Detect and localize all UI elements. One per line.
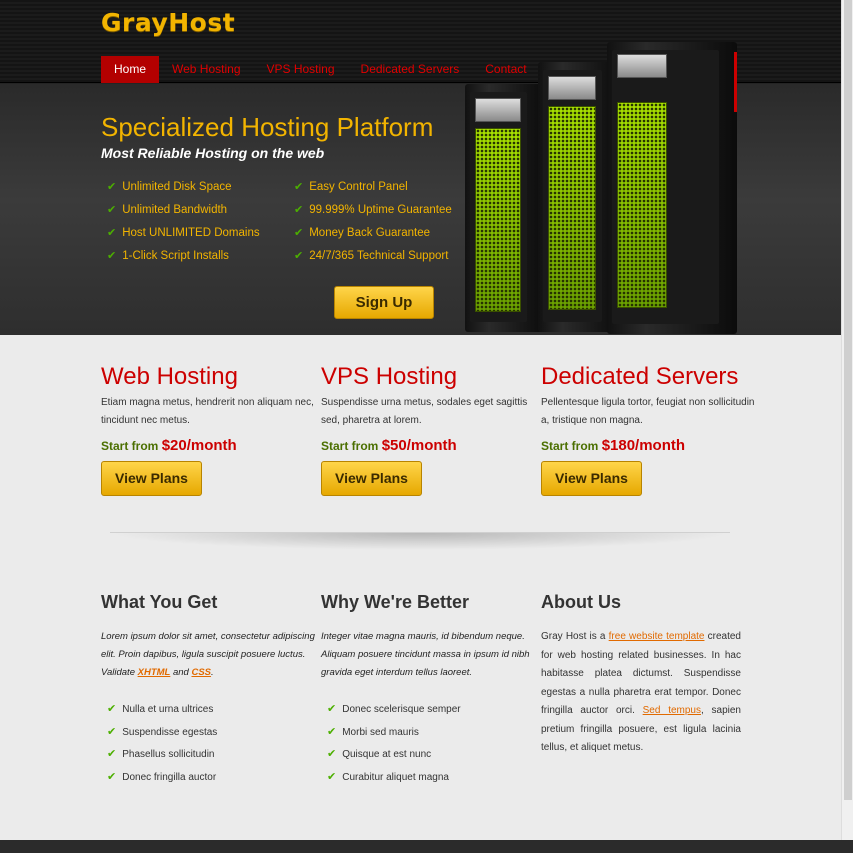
nav-home[interactable]: Home (101, 56, 160, 83)
list-item: ✔ Donec fringilla auctor (107, 770, 217, 783)
check-icon: ✔ (327, 703, 337, 715)
feature-item: ✔ Host UNLIMITED Domains (107, 227, 260, 239)
list-item: ✔ Suspendisse egestas (107, 725, 218, 738)
plan-price: Start from $20/month (101, 437, 237, 454)
section-title: Why We're Better (321, 592, 469, 612)
sed-tempus-link[interactable]: Sed tempus (643, 705, 701, 716)
check-icon: ✔ (294, 181, 304, 193)
feature-item: ✔ 99.999% Uptime Guarantee (294, 204, 452, 216)
view-plans-button[interactable]: View Plans (541, 461, 642, 496)
list-item: ✔ Donec scelerisque semper (327, 703, 461, 715)
check-icon: ✔ (327, 725, 337, 738)
plan-description: Pellentesque ligula tortor, feugiat non … (541, 397, 755, 426)
feature-item: ✔ Easy Control Panel (294, 181, 408, 193)
scrollbar[interactable] (841, 0, 853, 840)
feature-item: ✔ 1-Click Script Installs (107, 250, 229, 262)
check-icon: ✔ (107, 703, 117, 715)
free-template-link[interactable]: free website template (609, 631, 705, 642)
check-icon: ✔ (107, 748, 117, 760)
section-intro: Integer vitae magna mauris, id bibendum … (321, 631, 530, 678)
nav-web-hosting[interactable]: Web Hosting (159, 56, 253, 83)
check-icon: ✔ (107, 250, 117, 262)
section-title: What You Get (101, 592, 218, 612)
hero-title: Specialized Hosting Platform (101, 112, 434, 142)
check-icon: ✔ (107, 770, 117, 783)
plan-title: Web Hosting (101, 363, 238, 390)
section-divider (110, 532, 730, 550)
what-you-get: What You Get Lorem ipsum dolor sit amet,… (101, 590, 321, 788)
check-icon: ✔ (107, 204, 117, 216)
hero-subtitle: Most Reliable Hosting on the web (101, 145, 325, 161)
plan-description: Etiam magna metus, hendrerit non aliquam… (101, 397, 314, 426)
scrollbar-thumb[interactable] (844, 0, 852, 800)
feature-item: ✔ Money Back Guarantee (294, 227, 431, 239)
plan-price: Start from $180/month (541, 437, 686, 454)
check-icon: ✔ (294, 250, 304, 262)
feature-item: ✔ 24/7/365 Technical Support (294, 250, 449, 262)
feature-item: ✔ Unlimited Disk Space (107, 181, 232, 193)
plan-description: Suspendisse urna metus, sodales eget sag… (321, 397, 528, 426)
view-plans-button[interactable]: View Plans (101, 461, 202, 496)
plans-section: Web Hosting Etiam magna metus, hendrerit… (101, 362, 761, 496)
xhtml-link[interactable]: XHTML (138, 667, 171, 678)
plan-title: VPS Hosting (321, 363, 458, 390)
list-item: ✔ Quisque at est nunc (327, 748, 432, 760)
list-item: ✔ Nulla et urna ultrices (107, 703, 214, 715)
feature-item: ✔ Unlimited Bandwidth (107, 204, 228, 216)
plan-price: Start from $50/month (321, 437, 457, 454)
css-link[interactable]: CSS (191, 667, 211, 678)
benefit-list: ✔ Nulla et urna ultrices ✔ Suspendisse ege… (101, 698, 321, 788)
section-title: About Us (541, 592, 621, 612)
info-columns: What You Get Lorem ipsum dolor sit amet,… (101, 590, 741, 788)
about-text: Gray Host is a free website template cre… (541, 631, 741, 753)
list-item: ✔ Phasellus sollicitudin (107, 748, 215, 760)
feature-list: ✔ Unlimited Disk Space ✔ Easy Control Pane… (107, 180, 452, 264)
plan-title: Dedicated Servers (541, 363, 739, 390)
sign-up-button[interactable]: Sign Up (334, 286, 434, 319)
list-item: ✔ Curabitur aliquet magna (327, 770, 449, 783)
check-icon: ✔ (327, 748, 337, 760)
about-us: About Us Gray Host is a free website tem… (541, 590, 741, 788)
benefit-list: ✔ Donec scelerisque semper ✔ Morbi sed mau… (321, 698, 541, 788)
check-icon: ✔ (107, 725, 117, 738)
check-icon: ✔ (107, 181, 117, 193)
check-icon: ✔ (294, 204, 304, 216)
header: GrayHost Home Web Hosting VPS Hosting De… (0, 0, 853, 335)
plan-dedicated-servers: Dedicated Servers Pellentesque ligula to… (541, 362, 761, 496)
why-were-better: Why We're Better Integer vitae magna mau… (321, 590, 541, 788)
nav-vps-hosting[interactable]: VPS Hosting (254, 56, 348, 83)
server-tower-icon (607, 42, 737, 334)
view-plans-button[interactable]: View Plans (321, 461, 422, 496)
check-icon: ✔ (107, 227, 117, 239)
list-item: ✔ Morbi sed mauris (327, 725, 419, 738)
nav-dedicated-servers[interactable]: Dedicated Servers (348, 56, 473, 83)
check-icon: ✔ (294, 227, 304, 239)
check-icon: ✔ (327, 770, 337, 783)
plan-web-hosting: Web Hosting Etiam magna metus, hendrerit… (101, 362, 321, 496)
logo[interactable]: GrayHost (101, 8, 235, 37)
plan-vps-hosting: VPS Hosting Suspendisse urna metus, soda… (321, 362, 541, 496)
footer (0, 840, 853, 853)
server-tower-icon (465, 84, 545, 332)
section-intro: Lorem ipsum dolor sit amet, consectetur … (101, 631, 315, 678)
servers-illustration (465, 40, 745, 335)
